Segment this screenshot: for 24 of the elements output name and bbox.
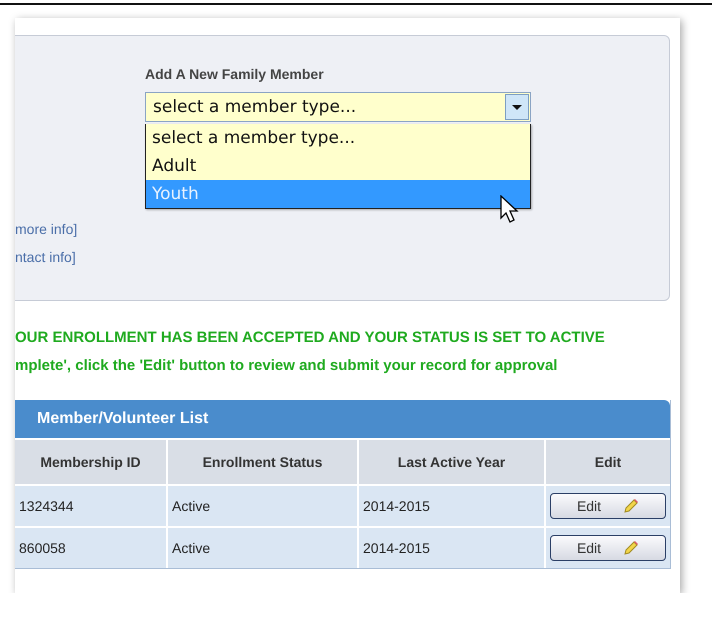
mouse-cursor-icon	[500, 195, 520, 225]
column-header: Enrollment Status	[168, 440, 357, 484]
pencil-icon	[623, 540, 640, 556]
status-message: OUR ENROLLMENT HAS BEEN ACCEPTED AND YOUR STATUS IS SET TO ACTIVE	[15, 329, 606, 346]
table-cell: 2014-2015	[359, 528, 544, 568]
column-header: Membership ID	[15, 440, 166, 484]
member-type-select[interactable]: select a member type...	[145, 92, 531, 122]
dropdown-option[interactable]: Adult	[146, 152, 530, 180]
status-message: mplete', click the 'Edit' button to review and submit your record for approval	[15, 357, 558, 374]
edit-button[interactable]: Edit	[550, 493, 666, 519]
table-title: Member/Volunteer List	[15, 400, 670, 438]
table-cell: Active	[168, 528, 357, 568]
table-cell: 2014-2015	[359, 486, 544, 526]
field-label: Add A New Family Member	[145, 66, 324, 82]
column-header: Last Active Year	[359, 440, 544, 484]
info-link[interactable]: more info]	[15, 221, 78, 237]
table-cell: Active	[168, 486, 357, 526]
column-header: Edit	[546, 440, 670, 484]
table-cell: 1324344	[15, 486, 166, 526]
edit-button[interactable]: Edit	[550, 535, 666, 561]
info-link[interactable]: ntact info]	[15, 249, 78, 265]
pencil-icon	[623, 498, 640, 514]
dropdown-option[interactable]: select a member type...	[146, 124, 530, 152]
table-cell: 860058	[15, 528, 166, 568]
